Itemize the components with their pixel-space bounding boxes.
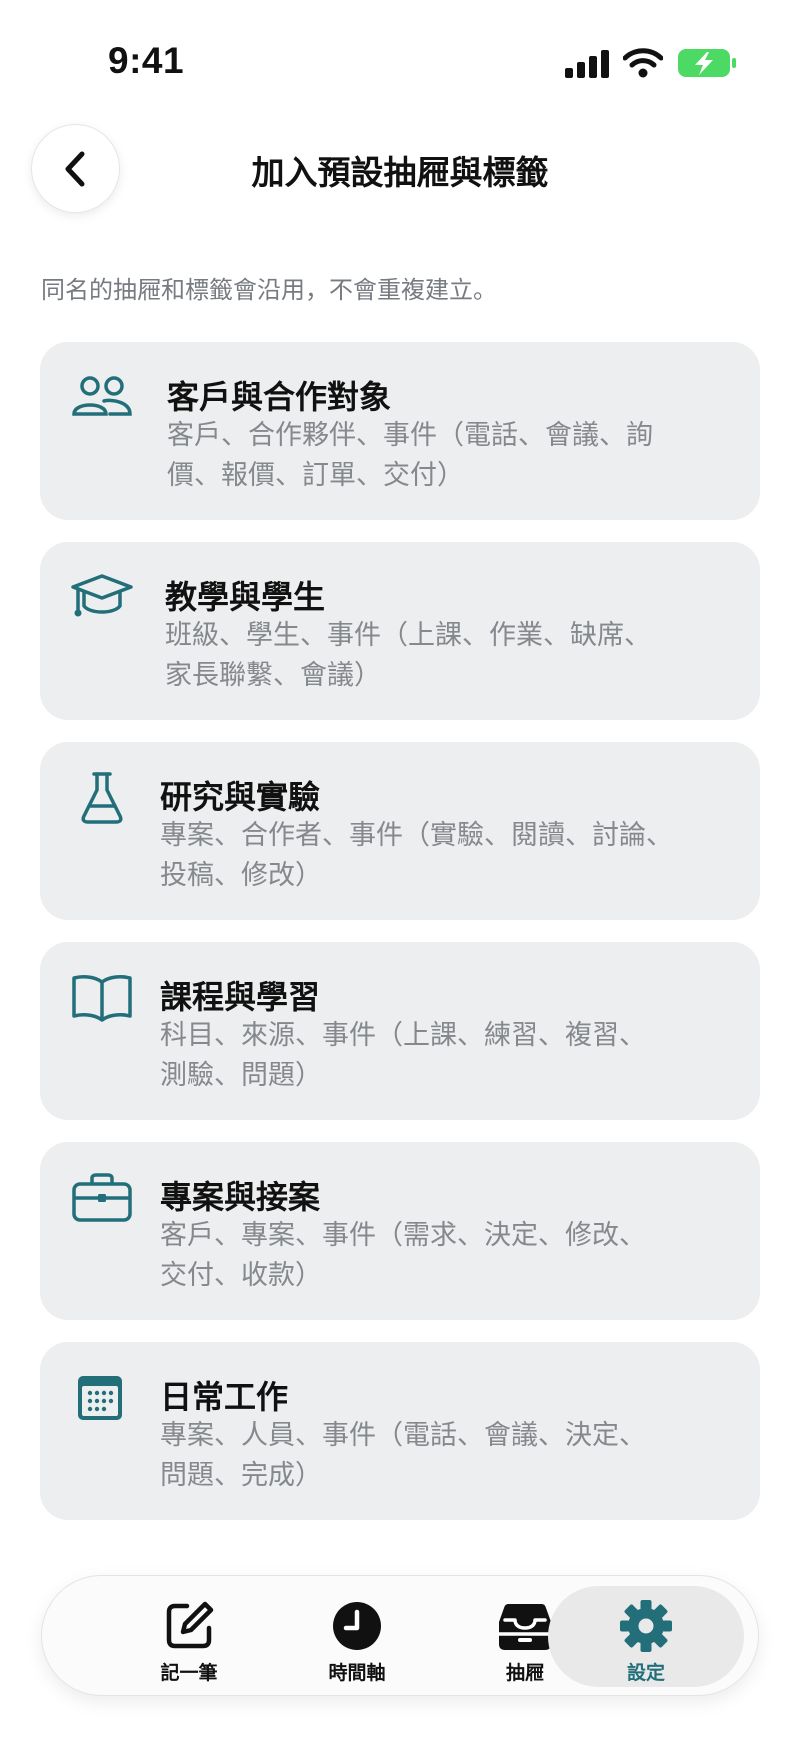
- flask-icon: [81, 772, 123, 824]
- tray-icon: [499, 1604, 551, 1650]
- tab-timeline[interactable]: 時間軸: [272, 1576, 442, 1697]
- preset-description: 科目、來源、事件（上課、練習、複習、 測驗、問題）: [160, 1020, 646, 1091]
- preset-description: 專案、合作者、事件（實驗、閱讀、討論、 投稿、修改）: [160, 820, 673, 891]
- wifi-icon: [623, 48, 663, 78]
- preset-title: 教學與學生: [165, 578, 326, 616]
- calendar-icon: [78, 1376, 122, 1420]
- preset-drawers-screen: 9:41 加入預設抽屜與標籤 同名的抽屜和標籤會沿用，不會重複建立。 客戶與合作…: [0, 0, 800, 1738]
- briefcase-icon: [72, 1173, 132, 1222]
- tab-bar: 記一筆 時間軸 抽屜 設定: [41, 1575, 759, 1696]
- clock-icon: [333, 1602, 381, 1650]
- tab-label: 記一筆: [160, 1662, 218, 1684]
- preset-description: 班級、學生、事件（上課、作業、缺席、 家長聯繫、會議）: [165, 620, 651, 691]
- tab-label: 設定: [626, 1662, 665, 1684]
- preset-title: 專案與接案: [160, 1178, 321, 1216]
- graduation-cap-icon: [71, 574, 133, 617]
- battery-charging-icon: [678, 49, 736, 77]
- preset-card-teaching[interactable]: 教學與學生 班級、學生、事件（上課、作業、缺席、 家長聯繫、會議）: [40, 542, 760, 720]
- preset-title: 日常工作: [160, 1378, 289, 1416]
- gear-icon: [620, 1600, 672, 1652]
- preset-description: 專案、人員、事件（電話、會議、決定、 問題、完成）: [160, 1420, 646, 1491]
- status-time: 9:41: [108, 40, 185, 81]
- page-subtitle: 同名的抽屜和標籤會沿用，不會重複建立。: [41, 276, 497, 304]
- preset-card-daily-work[interactable]: 日常工作 專案、人員、事件（電話、會議、決定、 問題、完成）: [40, 1342, 760, 1520]
- people-icon: [72, 376, 132, 416]
- status-bar: 9:41: [0, 0, 800, 120]
- compose-icon: [166, 1601, 214, 1649]
- preset-card-research[interactable]: 研究與實驗 專案、合作者、事件（實驗、閱讀、討論、 投稿、修改）: [40, 742, 760, 920]
- preset-description: 客戶、專案、事件（需求、決定、修改、 交付、收款）: [160, 1220, 646, 1291]
- preset-card-courses[interactable]: 課程與學習 科目、來源、事件（上課、練習、複習、 測驗、問題）: [40, 942, 760, 1120]
- preset-title: 客戶與合作對象: [167, 378, 392, 416]
- preset-card-projects[interactable]: 專案與接案 客戶、專案、事件（需求、決定、修改、 交付、收款）: [40, 1142, 760, 1320]
- tab-label: 時間軸: [328, 1662, 386, 1684]
- tab-compose[interactable]: 記一筆: [104, 1576, 274, 1697]
- cellular-signal-icon: [565, 50, 609, 78]
- preset-title: 研究與實驗: [160, 778, 321, 816]
- book-icon: [72, 975, 132, 1022]
- preset-title: 課程與學習: [160, 978, 321, 1016]
- preset-card-clients[interactable]: 客戶與合作對象 客戶、合作夥伴、事件（電話、會議、詢 價、報價、訂單、交付）: [40, 342, 760, 520]
- tab-settings[interactable]: 設定: [548, 1576, 744, 1697]
- preset-description: 客戶、合作夥伴、事件（電話、會議、詢 價、報價、訂單、交付）: [167, 420, 653, 491]
- page-title: 加入預設抽屜與標籤: [251, 153, 549, 192]
